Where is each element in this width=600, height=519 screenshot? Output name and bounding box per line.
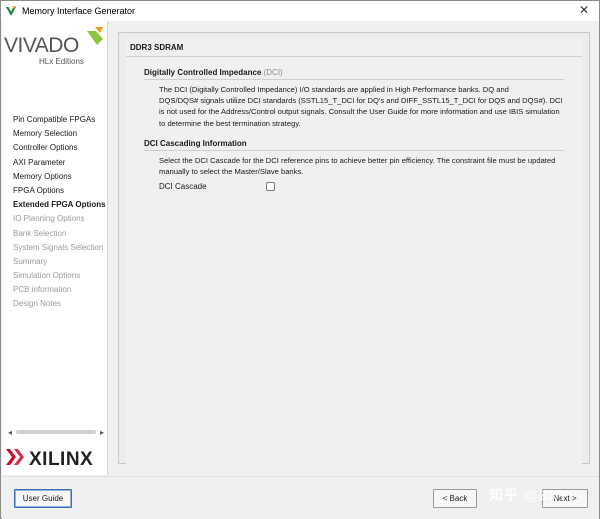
sidebar-item-pcb-information: PCB information (13, 285, 72, 295)
sidebar-scrollbar[interactable]: ◂ ▸ (6, 427, 106, 437)
zhihu-watermark: 知乎 @ZXY (489, 487, 569, 503)
page-title: DDR3 SDRAM (130, 43, 184, 52)
vivado-logo: VIVADO HLx Editions (4, 27, 103, 66)
user-guide-button[interactable]: User Guide (14, 489, 72, 508)
scroll-right-icon[interactable]: ▸ (98, 428, 106, 437)
dci-title-suffix: (DCI) (263, 68, 283, 77)
scroll-left-icon[interactable]: ◂ (6, 428, 14, 437)
mig-window: Memory Interface Generator ✕ VIVADO HLx … (0, 0, 600, 519)
sidebar-item-memory-options[interactable]: Memory Options (13, 170, 106, 184)
window-title: Memory Interface Generator (22, 6, 136, 16)
dci-description: The DCI (Digitally Controlled Impedance)… (159, 84, 569, 129)
sidebar-item-axi-parameter[interactable]: AXI Parameter (13, 156, 106, 170)
brand-edition: HLx Editions (39, 57, 84, 66)
wizard-steps: Pin Compatible FPGAs Memory Selection Cont… (13, 113, 106, 312)
cascading-line: manually to select the Master/Slave bank… (159, 167, 304, 177)
cascading-section-title: DCI Cascading Information (144, 139, 247, 148)
vivado-app-icon (6, 6, 16, 16)
back-button[interactable]: < Back (433, 489, 477, 508)
sidebar-item-fpga-options[interactable]: FPGA Options (13, 184, 106, 198)
cascading-description: Select the DCI Cascade for the DCI refer… (159, 155, 569, 177)
dci-section-title: Digitally Controlled Impedance (DCI) (144, 68, 283, 77)
dci-cascade-label: DCI Cascade (159, 182, 207, 191)
sidebar-item-system-signals-selection: System Signals Selection (13, 242, 104, 252)
sidebar-item-simulation-options: Simulation Options (13, 271, 81, 281)
sidebar-item-extended-fpga-options[interactable]: Extended FPGA Options (13, 198, 106, 212)
dci-title-text: Digitally Controlled Impedance (144, 68, 262, 77)
dci-line: The DCI (Digitally Controlled Impedance)… (159, 85, 509, 94)
sidebar-item-io-planning-options: IO Planning Options (13, 214, 85, 224)
sidebar-item-controller-options[interactable]: Controller Options (13, 141, 106, 155)
wizard-sidebar: VIVADO HLx Editions Pin Compatible FPGAs… (2, 21, 108, 475)
content-panel: DDR3 SDRAM Digitally Controlled Impedanc… (126, 38, 582, 464)
divider (144, 150, 564, 151)
xilinx-logo: XILINX (6, 449, 93, 469)
dci-line: to determine the best termination strate… (159, 118, 301, 128)
scroll-track[interactable] (16, 430, 96, 434)
dci-line: DQS/DQS# signals utilize DCI standards (… (159, 96, 563, 106)
vendor-name: XILINX (29, 449, 93, 469)
sidebar-item-summary: Summary (13, 256, 48, 266)
sidebar-item-design-notes: Design Notes (13, 299, 62, 309)
dci-line: is not used for the Address/Control outp… (159, 107, 560, 117)
sidebar-item-memory-selection[interactable]: Memory Selection (13, 127, 106, 141)
brand-name: VIVADO (4, 34, 79, 57)
divider (126, 56, 582, 57)
close-icon[interactable]: ✕ (577, 3, 591, 17)
sidebar-item-bank-selection: Bank Selection (13, 228, 67, 238)
title-bar: Memory Interface Generator ✕ (1, 1, 599, 21)
sidebar-item-pin-compatible-fpgas[interactable]: Pin Compatible FPGAs (13, 113, 106, 127)
cascading-line: Select the DCI Cascade for the DCI refer… (159, 156, 556, 165)
divider (144, 79, 564, 80)
dci-cascade-checkbox[interactable] (266, 182, 275, 191)
